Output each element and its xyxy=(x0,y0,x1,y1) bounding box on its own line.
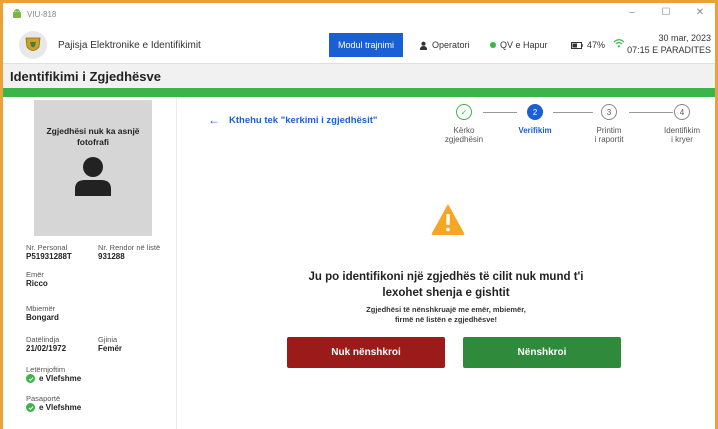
polling-station-status: QV e Hapur xyxy=(490,40,548,50)
step-label: Identifikim i kryer xyxy=(653,126,711,144)
warning-message-line: Ju po identifikoni një zgjedhës të cilit… xyxy=(308,271,584,283)
status-dot-icon xyxy=(490,42,496,48)
android-icon xyxy=(13,9,21,18)
step-label-line: i raportit xyxy=(594,135,624,144)
date: 30 mar, 2023 xyxy=(658,33,711,43)
first-name-value: Ricco xyxy=(26,279,48,288)
no-photo-text: Zgjedhësi nuk ka asnjë fotofrafi xyxy=(46,126,140,147)
personal-number-value: P51931288T xyxy=(26,252,72,261)
gender-field: Gjinia Femër xyxy=(98,335,122,353)
instruction-line: firmë në listën e zgjedhësve! xyxy=(394,315,498,324)
signed-button[interactable]: Nënshkroi xyxy=(463,337,621,368)
close-button[interactable]: ✕ xyxy=(693,7,707,18)
last-name-value: Bongard xyxy=(26,313,59,322)
list-number-label: Nr. Rendor në listë xyxy=(98,243,161,252)
instruction-line: Zgjedhësi të nënshkruajë me emër, mbiemë… xyxy=(366,305,526,314)
training-mode-button[interactable]: Modul trajnimi xyxy=(329,33,403,57)
window-title: VIU-818 xyxy=(27,9,57,19)
step-label-line: Identifikim xyxy=(663,126,700,135)
first-name-field: Emër Ricco xyxy=(26,270,48,288)
passport-status: e Vlefshme xyxy=(26,403,81,412)
main-content: ← Kthehu tek "kerkimi i zgjedhësit" ✓ Kë… xyxy=(177,97,715,429)
battery-icon xyxy=(571,41,583,49)
step-label-line: zgjedhësin xyxy=(444,135,484,144)
date-time: 30 mar, 2023 07:15 E PARADITES xyxy=(627,32,711,56)
step-search-voter: ✓ Kërko zgjedhësin xyxy=(434,104,494,144)
maximize-button[interactable]: ☐ xyxy=(659,7,673,18)
personal-number-field: Nr. Personal P51931288T xyxy=(26,243,72,261)
minimize-button[interactable]: – xyxy=(625,7,639,18)
warning-triangle-icon xyxy=(431,204,465,235)
emblem-logo xyxy=(19,31,47,59)
last-name-field: Mbiemër Bongard xyxy=(26,304,59,322)
page-title: Identifikimi i Zgjedhësve xyxy=(10,69,161,84)
passport-value: e Vlefshme xyxy=(39,403,82,412)
step-label-line: i kryer xyxy=(671,135,693,144)
id-card-value: e Vlefshme xyxy=(39,374,82,383)
warning-message: Ju po identifikoni një zgjedhës të cilit… xyxy=(177,269,715,301)
warning-message-line: lexohet shenja e gishtit xyxy=(382,287,510,299)
id-card-field: Letërnjoftim e Vlefshme xyxy=(26,365,81,383)
last-name-label: Mbiemër xyxy=(26,304,56,313)
emblem-icon xyxy=(25,37,41,51)
arrow-left-icon: ← xyxy=(208,113,220,127)
battery-level: 47% xyxy=(587,40,606,50)
time: 07:15 E PARADITES xyxy=(627,45,711,55)
step-label-line: Printim xyxy=(596,126,622,135)
step-print-report: 3 Printim i raportit xyxy=(581,104,637,144)
list-number-value: 931288 xyxy=(98,252,125,261)
title-bar: VIU-818 – ☐ ✕ xyxy=(3,3,715,25)
status-label: QV e Hapur xyxy=(500,40,548,50)
step-number: 2 xyxy=(527,104,543,120)
birth-date-value: 21/02/1972 xyxy=(26,344,67,353)
passport-label: Pasaportë xyxy=(26,394,61,403)
operator-menu[interactable]: Operatori xyxy=(419,40,470,50)
back-to-search-link[interactable]: ← Kthehu tek "kerkimi i zgjedhësit" xyxy=(208,113,377,127)
window-controls: – ☐ ✕ xyxy=(625,7,707,18)
voter-sidebar: Zgjedhësi nuk ka asnjë fotofrafi Nr. Per… xyxy=(3,97,177,429)
app-window: VIU-818 – ☐ ✕ Pajisja Elektronike e Iden… xyxy=(3,3,715,429)
id-card-status: e Vlefshme xyxy=(26,374,81,383)
first-name-label: Emër xyxy=(26,270,44,279)
gender-value: Femër xyxy=(98,344,123,353)
not-signed-button[interactable]: Nuk nënshkroi xyxy=(287,337,445,368)
list-number-field: Nr. Rendor në listë 931288 xyxy=(98,243,160,261)
step-identified: 4 Identifikim i kryer xyxy=(653,104,711,144)
step-check-icon: ✓ xyxy=(456,104,472,120)
step-label-line: Verifikim xyxy=(518,126,552,135)
battery-indicator: 47% xyxy=(571,40,605,50)
instruction-message: Zgjedhësi të nënshkruajë me emër, mbiemë… xyxy=(177,305,715,325)
accent-bar xyxy=(3,88,715,97)
operator-label: Operatori xyxy=(432,40,470,50)
user-icon xyxy=(419,41,428,50)
id-card-label: Letërnjoftim xyxy=(26,365,66,374)
app-header: Pajisja Elektronike e Identifikimit Modu… xyxy=(3,26,715,64)
personal-number-label: Nr. Personal xyxy=(26,243,68,252)
step-label: Kërko zgjedhësin xyxy=(434,126,494,144)
birth-date-label: Datëlindja xyxy=(26,335,60,344)
check-icon xyxy=(26,403,35,412)
page-header: Identifikimi i Zgjedhësve xyxy=(3,64,715,88)
step-number: 4 xyxy=(674,104,690,120)
passport-field: Pasaportë e Vlefshme xyxy=(26,394,81,412)
app-name: Pajisja Elektronike e Identifikimit xyxy=(58,40,201,51)
voter-photo-placeholder: Zgjedhësi nuk ka asnjë fotofrafi xyxy=(34,100,152,236)
step-label: Verifikim xyxy=(507,126,563,135)
check-icon xyxy=(26,374,35,383)
birth-date-field: Datëlindja 21/02/1972 xyxy=(26,335,66,353)
person-icon xyxy=(75,157,111,196)
step-verification: 2 Verifikim xyxy=(507,104,563,135)
step-number: 3 xyxy=(601,104,617,120)
gender-label: Gjinia xyxy=(98,335,118,344)
step-label-line: Kërko xyxy=(453,126,475,135)
step-label: Printim i raportit xyxy=(581,126,637,144)
wifi-icon xyxy=(613,39,625,48)
back-link-label: Kthehu tek "kerkimi i zgjedhësit" xyxy=(229,114,378,126)
